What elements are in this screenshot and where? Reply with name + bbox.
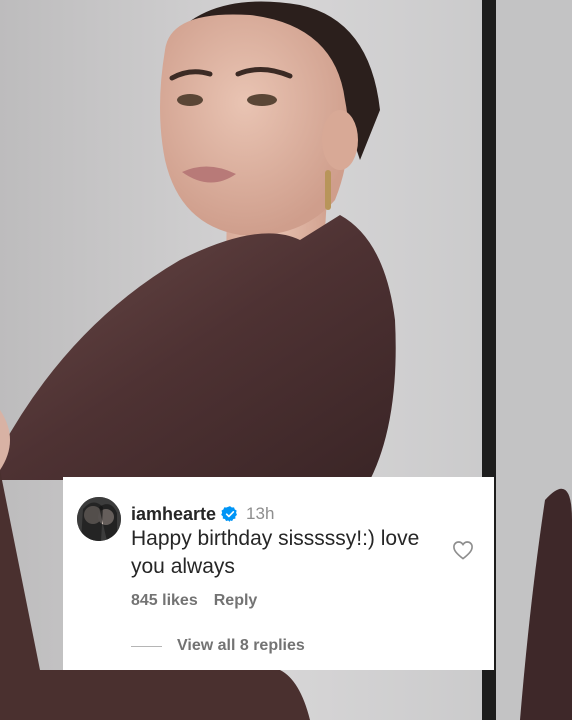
likes-count[interactable]: 845 likes bbox=[131, 592, 198, 610]
replies-divider bbox=[131, 645, 162, 647]
comment-time: 13h bbox=[246, 504, 275, 523]
comment-meta: 845 likes Reply bbox=[131, 592, 257, 610]
view-replies-label[interactable]: View all 8 replies bbox=[177, 637, 305, 655]
view-replies[interactable]: View all 8 replies bbox=[131, 637, 305, 655]
verified-badge-icon bbox=[221, 506, 238, 522]
comment-header: iamhearte 13h bbox=[131, 502, 274, 526]
comment-text: Happy birthday sisssssy!:) love you alwa… bbox=[131, 527, 420, 578]
comment-username[interactable]: iamhearte bbox=[131, 504, 216, 525]
comment-card: iamhearte 13h Happy birthday sisssssy!:)… bbox=[63, 477, 494, 670]
avatar[interactable] bbox=[77, 497, 121, 541]
avatar-image bbox=[77, 497, 121, 541]
heart-outline-icon[interactable] bbox=[452, 540, 474, 560]
reply-button[interactable]: Reply bbox=[214, 592, 258, 610]
